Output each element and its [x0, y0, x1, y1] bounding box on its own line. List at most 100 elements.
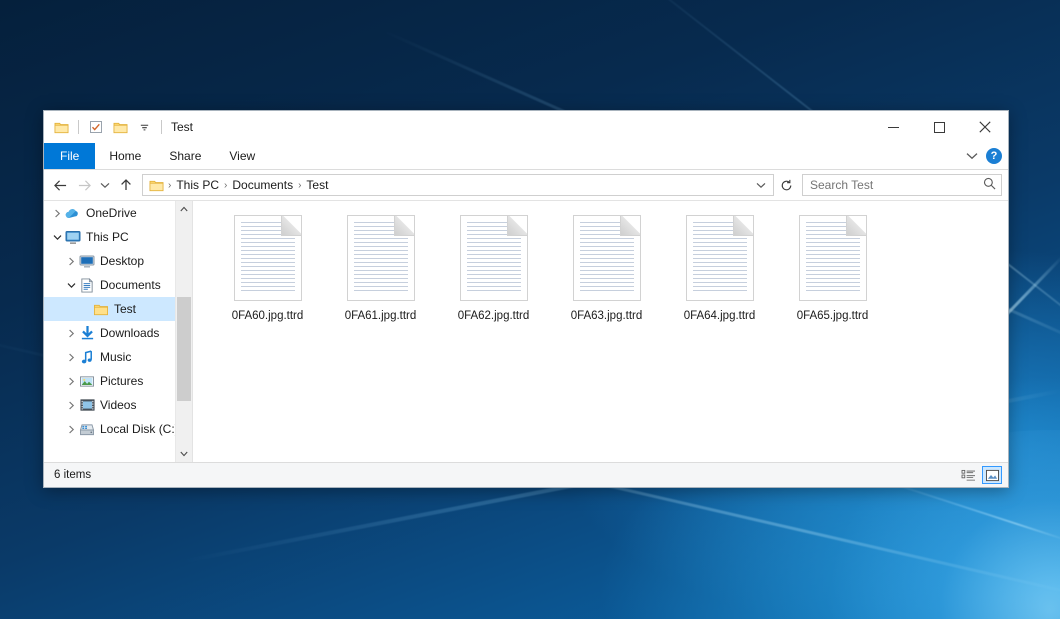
breadcrumb-separator-1[interactable]: › [222, 180, 229, 191]
sidebar-item-label: OneDrive [86, 206, 137, 220]
monitor-icon [64, 230, 82, 244]
chevron-right-icon[interactable] [50, 209, 64, 218]
file-item[interactable]: 0FA65.jpg.ttrd [776, 213, 889, 335]
file-name-label: 0FA63.jpg.ttrd [571, 310, 643, 322]
chevron-right-icon[interactable] [64, 353, 78, 362]
tab-view[interactable]: View [215, 143, 269, 169]
tab-share[interactable]: Share [155, 143, 215, 169]
sidebar-item-test[interactable]: Test [44, 297, 192, 321]
sidebar-item-label: Music [100, 350, 131, 364]
sidebar-item-downloads[interactable]: Downloads [44, 321, 192, 345]
close-button[interactable] [962, 111, 1008, 143]
address-bar-row: › This PC › Documents › Test [44, 170, 1008, 200]
file-explorer-window: Test File Home Share View ? [43, 110, 1009, 488]
sidebar-item-label: Test [114, 302, 136, 316]
sidebar-item-label: Videos [100, 398, 136, 412]
file-item[interactable]: 0FA64.jpg.ttrd [663, 213, 776, 335]
ribbon-tab-bar: File Home Share View ? [44, 143, 1008, 170]
tab-home[interactable]: Home [95, 143, 155, 169]
status-bar: 6 items [44, 462, 1008, 487]
chevron-right-icon[interactable] [64, 257, 78, 266]
address-bar[interactable]: › This PC › Documents › Test [142, 174, 774, 196]
desktop-icon [78, 254, 96, 268]
address-dropdown-chevron-down-icon[interactable] [751, 175, 771, 195]
details-view-button[interactable] [958, 466, 978, 484]
search-box[interactable] [802, 174, 1002, 196]
generic-document-icon [347, 215, 415, 301]
documents-icon [78, 278, 96, 293]
folder-icon [92, 303, 110, 316]
file-item[interactable]: 0FA63.jpg.ttrd [550, 213, 663, 335]
chevron-right-icon[interactable] [64, 329, 78, 338]
music-icon [78, 350, 96, 365]
breadcrumb-item-documents[interactable]: Documents [229, 178, 296, 192]
title-bar[interactable]: Test [44, 111, 1008, 143]
breadcrumb-separator-0[interactable]: › [166, 180, 173, 191]
navigation-tree: OneDrive This PCDesktop Documents Test Downl… [44, 201, 192, 441]
refresh-button[interactable] [774, 173, 798, 197]
file-name-label: 0FA62.jpg.ttrd [458, 310, 530, 322]
large-icons-view-button[interactable] [982, 466, 1002, 484]
chevron-down-icon[interactable] [64, 282, 78, 289]
sidebar-item-pictures[interactable]: Pictures [44, 369, 192, 393]
caption-buttons [870, 111, 1008, 143]
generic-document-icon [686, 215, 754, 301]
sidebar-item-label: Local Disk (C:) [100, 422, 179, 436]
cloud-icon [64, 207, 82, 220]
sidebar-item-documents[interactable]: Documents [44, 273, 192, 297]
generic-document-icon [573, 215, 641, 301]
sidebar-item-label: Documents [100, 278, 161, 292]
breadcrumb-folder-icon [145, 179, 166, 192]
back-button[interactable] [48, 173, 72, 197]
ribbon-right-controls: ? [966, 143, 1002, 169]
file-item[interactable]: 0FA61.jpg.ttrd [324, 213, 437, 335]
chevron-down-icon[interactable] [134, 117, 154, 137]
scrollbar-down-arrow-icon[interactable] [176, 446, 192, 462]
file-name-label: 0FA64.jpg.ttrd [684, 310, 756, 322]
new-folder-icon[interactable] [110, 117, 130, 137]
sidebar-item-onedrive[interactable]: OneDrive [44, 201, 192, 225]
search-icon[interactable] [983, 177, 996, 193]
chevron-right-icon[interactable] [64, 401, 78, 410]
item-count-label: 6 items [54, 469, 91, 481]
sidebar-item-label: Pictures [100, 374, 143, 388]
file-list-view[interactable]: 0FA60.jpg.ttrd 0FA61.jpg.ttrd 0FA62.jpg.tt… [192, 201, 1008, 462]
generic-document-icon [460, 215, 528, 301]
window-body: OneDrive This PCDesktop Documents Test Downl… [44, 200, 1008, 462]
chevron-down-icon[interactable] [50, 234, 64, 241]
maximize-button[interactable] [916, 111, 962, 143]
minimize-button[interactable] [870, 111, 916, 143]
file-item[interactable]: 0FA60.jpg.ttrd [211, 213, 324, 335]
qat-separator-1 [78, 120, 79, 134]
file-name-label: 0FA60.jpg.ttrd [232, 310, 304, 322]
forward-button[interactable] [72, 173, 96, 197]
sidebar-item-local-disk-c[interactable]: Local Disk (C:) [44, 417, 192, 441]
recent-locations-chevron-down-icon[interactable] [96, 173, 114, 197]
search-input[interactable] [808, 177, 983, 193]
sidebar-item-desktop[interactable]: Desktop [44, 249, 192, 273]
sidebar-item-this-pc[interactable]: This PC [44, 225, 192, 249]
tab-file[interactable]: File [44, 143, 95, 169]
sidebar-item-label: Downloads [100, 326, 159, 340]
properties-icon[interactable] [86, 117, 106, 137]
breadcrumb-item-this-pc[interactable]: This PC [173, 178, 222, 192]
breadcrumb-separator-2[interactable]: › [296, 180, 303, 191]
navigation-scrollbar[interactable] [175, 201, 192, 462]
scrollbar-thumb[interactable] [177, 297, 191, 401]
help-icon[interactable]: ? [986, 148, 1002, 164]
up-button[interactable] [114, 173, 138, 197]
sidebar-item-music[interactable]: Music [44, 345, 192, 369]
videos-icon [78, 398, 96, 412]
navigation-pane: OneDrive This PCDesktop Documents Test Downl… [44, 201, 192, 462]
expand-ribbon-chevron-down-icon[interactable] [966, 149, 978, 163]
breadcrumb-item-test[interactable]: Test [303, 178, 331, 192]
scrollbar-up-arrow-icon[interactable] [176, 201, 192, 217]
window-title: Test [171, 120, 193, 134]
chevron-right-icon[interactable] [64, 425, 78, 434]
download-icon [78, 326, 96, 341]
chevron-right-icon[interactable] [64, 377, 78, 386]
folder-icon[interactable] [51, 117, 71, 137]
pictures-icon [78, 375, 96, 388]
sidebar-item-videos[interactable]: Videos [44, 393, 192, 417]
file-item[interactable]: 0FA62.jpg.ttrd [437, 213, 550, 335]
